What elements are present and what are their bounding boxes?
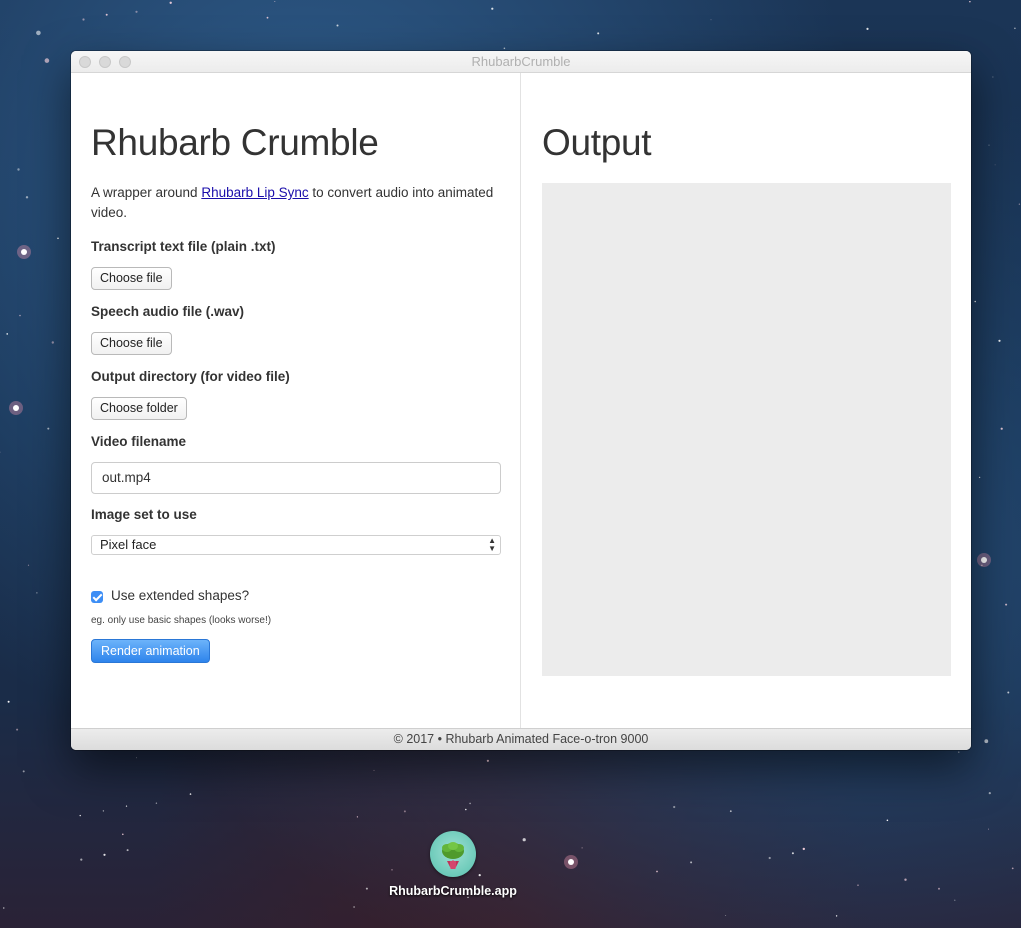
desktop-app-label[interactable]: RhubarbCrumble.app: [370, 884, 536, 898]
image-set-label: Image set to use: [91, 507, 197, 522]
audio-label: Speech audio file (.wav): [91, 304, 245, 319]
output-title: Output: [542, 122, 652, 163]
extended-shapes-label[interactable]: Use extended shapes?: [111, 588, 249, 603]
rhubarb-plant-icon: [442, 842, 464, 869]
rhubarb-app-icon[interactable]: [430, 831, 476, 877]
output-panel: Output: [522, 73, 971, 729]
window-title: RhubarbCrumble: [471, 54, 571, 69]
video-filename-label: Video filename: [91, 434, 187, 449]
app-window: RhubarbCrumble Rhubarb Crumble A wrapper…: [71, 51, 971, 750]
output-preview-area: [542, 183, 951, 676]
settings-panel: Rhubarb Crumble A wrapper around Rhubarb…: [71, 73, 521, 729]
image-set-select[interactable]: Pixel face ▲ ▼: [91, 535, 501, 555]
choose-transcript-button[interactable]: Choose file: [91, 267, 172, 290]
render-animation-button[interactable]: Render animation: [91, 639, 210, 663]
intro-text-start: A wrapper around: [91, 185, 202, 200]
extended-shapes-hint: eg. only use basic shapes (looks worse!): [91, 615, 272, 626]
select-arrows-icon: ▲ ▼: [488, 536, 496, 553]
intro-text: A wrapper around Rhubarb Lip Sync to con…: [91, 183, 501, 223]
title-bar[interactable]: RhubarbCrumble: [71, 51, 971, 73]
choose-audio-button[interactable]: Choose file: [91, 332, 172, 355]
image-set-selected-value: Pixel face: [100, 537, 157, 552]
output-directory-label: Output directory (for video file): [91, 369, 290, 384]
choose-folder-button[interactable]: Choose folder: [91, 397, 187, 420]
video-filename-input[interactable]: out.mp4: [91, 462, 501, 494]
page-title: Rhubarb Crumble: [91, 122, 379, 163]
transcript-label: Transcript text file (plain .txt): [91, 239, 276, 254]
extended-shapes-checkbox[interactable]: [91, 591, 103, 603]
footer: © 2017 • Rhubarb Animated Face-o-tron 90…: [71, 728, 971, 750]
rhubarb-lip-sync-link[interactable]: Rhubarb Lip Sync: [201, 185, 308, 200]
